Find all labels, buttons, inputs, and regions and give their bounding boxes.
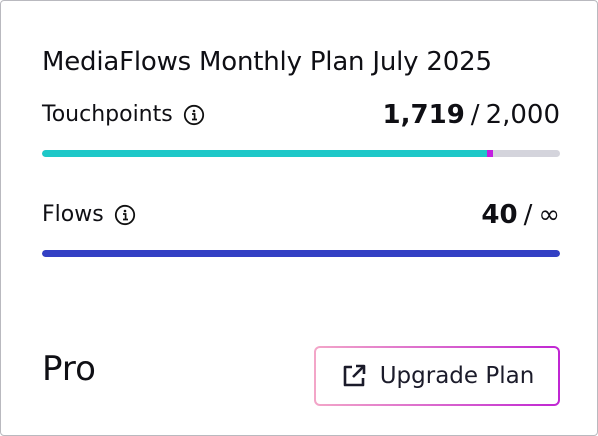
flows-row: Flows 40/∞ xyxy=(42,200,560,232)
touchpoints-progress-bar xyxy=(42,150,560,157)
touchpoints-progress-fill xyxy=(42,150,488,157)
info-icon[interactable] xyxy=(183,104,205,126)
flows-progress-fill xyxy=(42,250,560,257)
flows-label: Flows xyxy=(42,202,104,227)
plan-title: MediaFlows Monthly Plan July 2025 xyxy=(42,47,492,77)
touchpoints-label-group: Touchpoints xyxy=(42,102,205,127)
flows-label-group: Flows xyxy=(42,202,136,227)
upgrade-plan-button[interactable]: Upgrade Plan xyxy=(314,346,560,406)
flows-usage: 40/∞ xyxy=(481,200,560,230)
flows-progress-bar xyxy=(42,250,560,257)
plan-card: MediaFlows Monthly Plan July 2025 Touchp… xyxy=(0,0,598,436)
touchpoints-progress-marker xyxy=(487,150,494,157)
touchpoints-separator: / xyxy=(470,100,480,130)
flows-separator: / xyxy=(523,200,533,230)
info-icon[interactable] xyxy=(114,204,136,226)
external-link-icon xyxy=(343,364,366,387)
touchpoints-limit: 2,000 xyxy=(485,100,560,130)
touchpoints-used: 1,719 xyxy=(382,100,465,130)
touchpoints-row: Touchpoints 1,719/2,000 xyxy=(42,100,560,132)
flows-limit: ∞ xyxy=(538,200,560,230)
touchpoints-usage: 1,719/2,000 xyxy=(383,100,560,130)
plan-name: Pro xyxy=(42,349,96,389)
flows-used: 40 xyxy=(481,200,518,230)
upgrade-plan-label: Upgrade Plan xyxy=(379,363,535,389)
touchpoints-label: Touchpoints xyxy=(42,102,173,127)
